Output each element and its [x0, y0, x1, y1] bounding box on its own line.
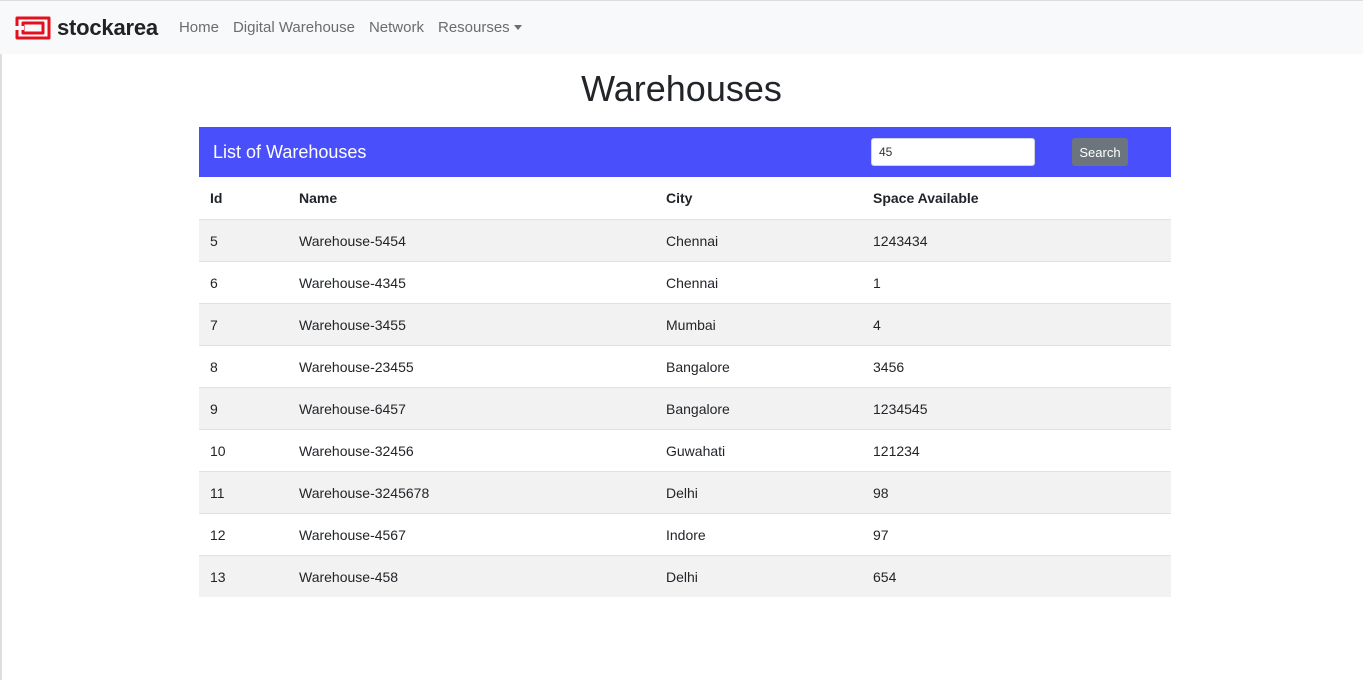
cell-space: 97: [862, 513, 1171, 556]
cell-id: 7: [199, 303, 288, 346]
nav-dropdown-resources[interactable]: Resourses: [431, 19, 529, 36]
cell-id: 11: [199, 471, 288, 514]
cell-city: Mumbai: [655, 303, 862, 346]
table-row: 11 Warehouse-3245678 Delhi 98: [199, 471, 1171, 514]
cell-city: Bangalore: [655, 345, 862, 388]
column-header-space-available: Space Available: [862, 177, 1171, 220]
cell-name: Warehouse-458: [288, 555, 655, 597]
cell-id: 13: [199, 555, 288, 597]
nav-links: Home Digital Warehouse Network Resourses: [172, 19, 529, 36]
cell-space: 1243434: [862, 219, 1171, 262]
cell-space: 3456: [862, 345, 1171, 388]
cell-id: 12: [199, 513, 288, 556]
card-header: List of Warehouses Search: [199, 127, 1171, 177]
warehouse-table: Id Name City Space Available 5 Warehouse…: [199, 177, 1171, 597]
brand-name: stockarea: [57, 14, 158, 40]
brand-logo-link[interactable]: stockarea: [14, 13, 158, 43]
cell-id: 8: [199, 345, 288, 388]
nav-link-digital-warehouse[interactable]: Digital Warehouse: [226, 19, 362, 36]
nav-dropdown-label: Resourses: [437, 19, 510, 36]
cell-city: Delhi: [655, 555, 862, 597]
table-row: 6 Warehouse-4345 Chennai 1: [199, 261, 1171, 304]
table-header-row: Id Name City Space Available: [199, 177, 1171, 220]
cell-city: Chennai: [655, 219, 862, 262]
cell-name: Warehouse-32456: [288, 429, 655, 472]
table-row: 7 Warehouse-3455 Mumbai 4: [199, 303, 1171, 346]
cell-space: 4: [862, 303, 1171, 346]
cell-name: Warehouse-6457: [288, 387, 655, 430]
cell-id: 9: [199, 387, 288, 430]
table-row: 10 Warehouse-32456 Guwahati 121234: [199, 429, 1171, 472]
cell-name: Warehouse-4345: [288, 261, 655, 304]
cell-name: Warehouse-4567: [288, 513, 655, 556]
column-header-id: Id: [199, 177, 288, 220]
cell-space: 1234545: [862, 387, 1171, 430]
cell-city: Guwahati: [655, 429, 862, 472]
cell-id: 5: [199, 219, 288, 262]
column-header-name: Name: [288, 177, 655, 220]
cell-id: 6: [199, 261, 288, 304]
card-title: List of Warehouses: [213, 141, 367, 162]
warehouse-list-card: List of Warehouses Search Id Name City S…: [199, 127, 1171, 597]
table-row: 9 Warehouse-6457 Bangalore 1234545: [199, 387, 1171, 430]
cell-name: Warehouse-3455: [288, 303, 655, 346]
cell-city: Delhi: [655, 471, 862, 514]
column-header-city: City: [655, 177, 862, 220]
caret-down-icon: [513, 25, 522, 30]
cell-space: 121234: [862, 429, 1171, 472]
table-row: 13 Warehouse-458 Delhi 654: [199, 555, 1171, 597]
cell-city: Indore: [655, 513, 862, 556]
table-row: 12 Warehouse-4567 Indore 97: [199, 513, 1171, 556]
cell-name: Warehouse-3245678: [288, 471, 655, 514]
cell-name: Warehouse-23455: [288, 345, 655, 388]
cell-id: 10: [199, 429, 288, 472]
nav-link-home[interactable]: Home: [172, 19, 226, 36]
page-title: Warehouses: [581, 68, 782, 109]
stockarea-logo-icon: [14, 16, 51, 39]
cell-space: 98: [862, 471, 1171, 514]
cell-space: 654: [862, 555, 1171, 597]
cell-city: Chennai: [655, 261, 862, 304]
top-navbar: stockarea Home Digital Warehouse Network…: [0, 0, 1363, 54]
cell-space: 1: [862, 261, 1171, 304]
nav-link-network[interactable]: Network: [362, 19, 431, 36]
cell-city: Bangalore: [655, 387, 862, 430]
table-row: 5 Warehouse-5454 Chennai 1243434: [199, 219, 1171, 262]
search-input[interactable]: [871, 138, 1035, 166]
search-button[interactable]: Search: [1072, 138, 1128, 166]
cell-name: Warehouse-5454: [288, 219, 655, 262]
table-row: 8 Warehouse-23455 Bangalore 3456: [199, 345, 1171, 388]
